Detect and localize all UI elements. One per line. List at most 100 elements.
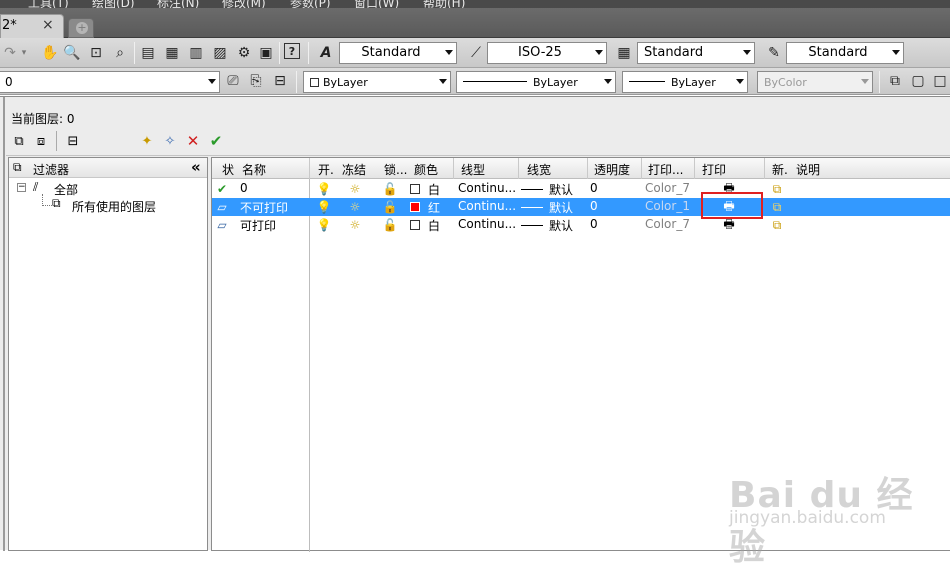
layer-color-swatch[interactable] — [410, 184, 420, 194]
menu-draw[interactable]: 绘图(D) — [92, 0, 135, 8]
layer-name[interactable]: 0 — [240, 181, 248, 195]
menu-parametric[interactable]: 参数(P) — [290, 0, 331, 8]
column-header-status[interactable]: 状 — [222, 161, 234, 178]
unlock-icon[interactable]: 🔓 — [382, 199, 398, 215]
lightbulb-icon[interactable]: 💡 — [316, 217, 332, 233]
dimension-style-icon[interactable]: ⟋ — [466, 43, 486, 63]
calculator-icon[interactable]: ▣ — [256, 43, 276, 63]
cascade-icon[interactable]: ⧉ — [885, 71, 905, 91]
multileader-style-select[interactable]: Standard — [786, 42, 904, 64]
document-tab[interactable]: 2* × — [0, 14, 64, 38]
layer-color-swatch[interactable] — [410, 202, 420, 212]
layer-lineweight[interactable]: 默认 — [549, 181, 573, 198]
column-header-lineweight[interactable]: 线宽 — [527, 161, 551, 178]
column-header-lock[interactable]: 锁... — [384, 161, 407, 178]
zoom-window-icon[interactable]: ⊡ — [86, 43, 106, 63]
layer-transparency[interactable]: 0 — [590, 181, 598, 195]
menu-tools[interactable]: 工具(T) — [28, 0, 69, 8]
tree-toggle-collapse[interactable]: − — [17, 183, 26, 192]
viewport-freeze-icon[interactable]: ⧉ — [769, 181, 785, 197]
column-header-freeze[interactable]: 冻结 — [342, 161, 366, 178]
tool-palettes-icon[interactable]: ▥ — [186, 43, 206, 63]
menu-window[interactable]: 窗口(W) — [354, 0, 399, 8]
lineweight-control-select[interactable]: ByLayer — [622, 71, 748, 93]
markup-icon[interactable]: ⚙ — [234, 43, 254, 63]
menu-modify[interactable]: 修改(M) — [222, 0, 266, 8]
column-header-name[interactable]: 名称 — [242, 161, 266, 178]
column-header-description[interactable]: 说明 — [796, 161, 820, 178]
column-header-on[interactable]: 开. — [318, 161, 334, 178]
layer-transparency[interactable]: 0 — [590, 217, 598, 231]
maximize-icon[interactable]: □ — [930, 71, 950, 91]
layer-color-name[interactable]: 红 — [428, 199, 440, 216]
collapse-icon[interactable]: « — [191, 158, 201, 176]
column-header-color[interactable]: 颜色 — [414, 161, 438, 178]
properties-icon[interactable]: ▤ — [138, 43, 158, 63]
new-property-filter-icon[interactable]: ⧉ — [10, 132, 28, 150]
tree-item-used-layers[interactable]: 所有使用的图层 — [72, 198, 156, 215]
printer-icon[interactable]: 🖶 — [721, 217, 737, 233]
layer-color-name[interactable]: 白 — [428, 217, 440, 234]
viewport-freeze-icon[interactable]: ⧉ — [769, 199, 785, 215]
sun-icon[interactable]: ☼ — [347, 199, 363, 215]
sun-icon[interactable]: ☼ — [347, 181, 363, 197]
layer-row[interactable]: ✔ 0 💡 ☼ 🔓 白 Continu... 默认 0 Color_7 🖶 ⧉ — [212, 180, 950, 198]
zoom-realtime-icon[interactable]: 🔍 — [62, 43, 82, 63]
color-control-select[interactable]: ByLayer — [303, 71, 451, 93]
table-style-icon[interactable]: ▦ — [614, 43, 634, 63]
layer-row-selected[interactable]: ▱ 不可打印 💡 ☼ 🔓 红 Continu... 默认 0 Color_1 🖶… — [212, 198, 950, 216]
column-header-linetype[interactable]: 线型 — [461, 161, 485, 178]
layer-transparency[interactable]: 0 — [590, 199, 598, 213]
column-header-transparency[interactable]: 透明度 — [594, 161, 630, 178]
help-icon[interactable]: ? — [284, 43, 300, 59]
set-current-icon[interactable]: ✔ — [207, 132, 225, 150]
layer-previous-icon[interactable]: ⎘ — [246, 71, 266, 91]
design-center-icon[interactable]: ▦ — [162, 43, 182, 63]
layer-color-name[interactable]: 白 — [428, 181, 440, 198]
text-style-icon[interactable]: A — [316, 43, 336, 63]
redo-dropdown-icon[interactable]: ▾ — [14, 43, 34, 63]
new-tab-button[interactable]: + — [68, 18, 94, 38]
column-header-new-vp-freeze[interactable]: 新. — [772, 161, 788, 178]
viewport-freeze-icon[interactable]: ⧉ — [769, 217, 785, 233]
lightbulb-icon[interactable]: 💡 — [316, 199, 332, 215]
text-style-select[interactable]: Standard — [339, 42, 457, 64]
plot-style-control-select[interactable]: ByColor — [757, 71, 873, 93]
column-header-plot-style[interactable]: 打印... — [648, 161, 683, 178]
table-style-select[interactable]: Standard — [637, 42, 755, 64]
unlock-icon[interactable]: 🔓 — [382, 217, 398, 233]
layer-name[interactable]: 不可打印 — [240, 199, 288, 216]
new-layer-vp-frozen-icon[interactable]: ✧ — [161, 132, 179, 150]
zoom-previous-icon[interactable]: ⌕ — [110, 43, 130, 63]
pan-icon[interactable]: ✋ — [40, 43, 60, 63]
layer-states-manager-icon[interactable]: ⊟ — [64, 132, 82, 150]
menu-help[interactable]: 帮助(H) — [423, 0, 465, 8]
layer-select[interactable]: 0 — [0, 71, 220, 93]
lightbulb-icon[interactable]: 💡 — [316, 181, 332, 197]
layer-linetype[interactable]: Continu... — [458, 217, 516, 231]
current-layer-check-icon[interactable]: ✔ — [214, 181, 230, 197]
new-layer-icon[interactable]: ✦ — [138, 132, 156, 150]
linetype-control-select[interactable]: ByLayer — [456, 71, 616, 93]
linetype-preview — [463, 81, 527, 82]
delete-layer-icon[interactable]: ✕ — [184, 132, 202, 150]
layer-linetype[interactable]: Continu... — [458, 199, 516, 213]
layer-row[interactable]: ▱ 可打印 💡 ☼ 🔓 白 Continu... 默认 0 Color_7 🖶 … — [212, 216, 950, 234]
layer-name[interactable]: 可打印 — [240, 217, 276, 234]
multileader-style-icon[interactable]: ✎ — [764, 43, 784, 63]
sun-icon[interactable]: ☼ — [347, 217, 363, 233]
close-icon[interactable]: × — [42, 17, 54, 33]
unlock-icon[interactable]: 🔓 — [382, 181, 398, 197]
layer-linetype[interactable]: Continu... — [458, 181, 516, 195]
layer-lineweight[interactable]: 默认 — [549, 217, 573, 234]
column-header-plot[interactable]: 打印 — [702, 161, 726, 178]
sheet-set-icon[interactable]: ▨ — [210, 43, 230, 63]
menu-dimension[interactable]: 标注(N) — [157, 0, 199, 8]
restore-icon[interactable]: ▢ — [908, 71, 928, 91]
dimension-style-select[interactable]: ISO-25 — [487, 42, 607, 64]
layer-color-swatch[interactable] — [410, 220, 420, 230]
new-group-filter-icon[interactable]: ⧈ — [32, 132, 50, 150]
layer-lineweight[interactable]: 默认 — [549, 199, 573, 216]
make-current-layer-icon[interactable]: ⎚ — [223, 71, 243, 91]
layer-states-icon[interactable]: ⊟ — [270, 71, 290, 91]
